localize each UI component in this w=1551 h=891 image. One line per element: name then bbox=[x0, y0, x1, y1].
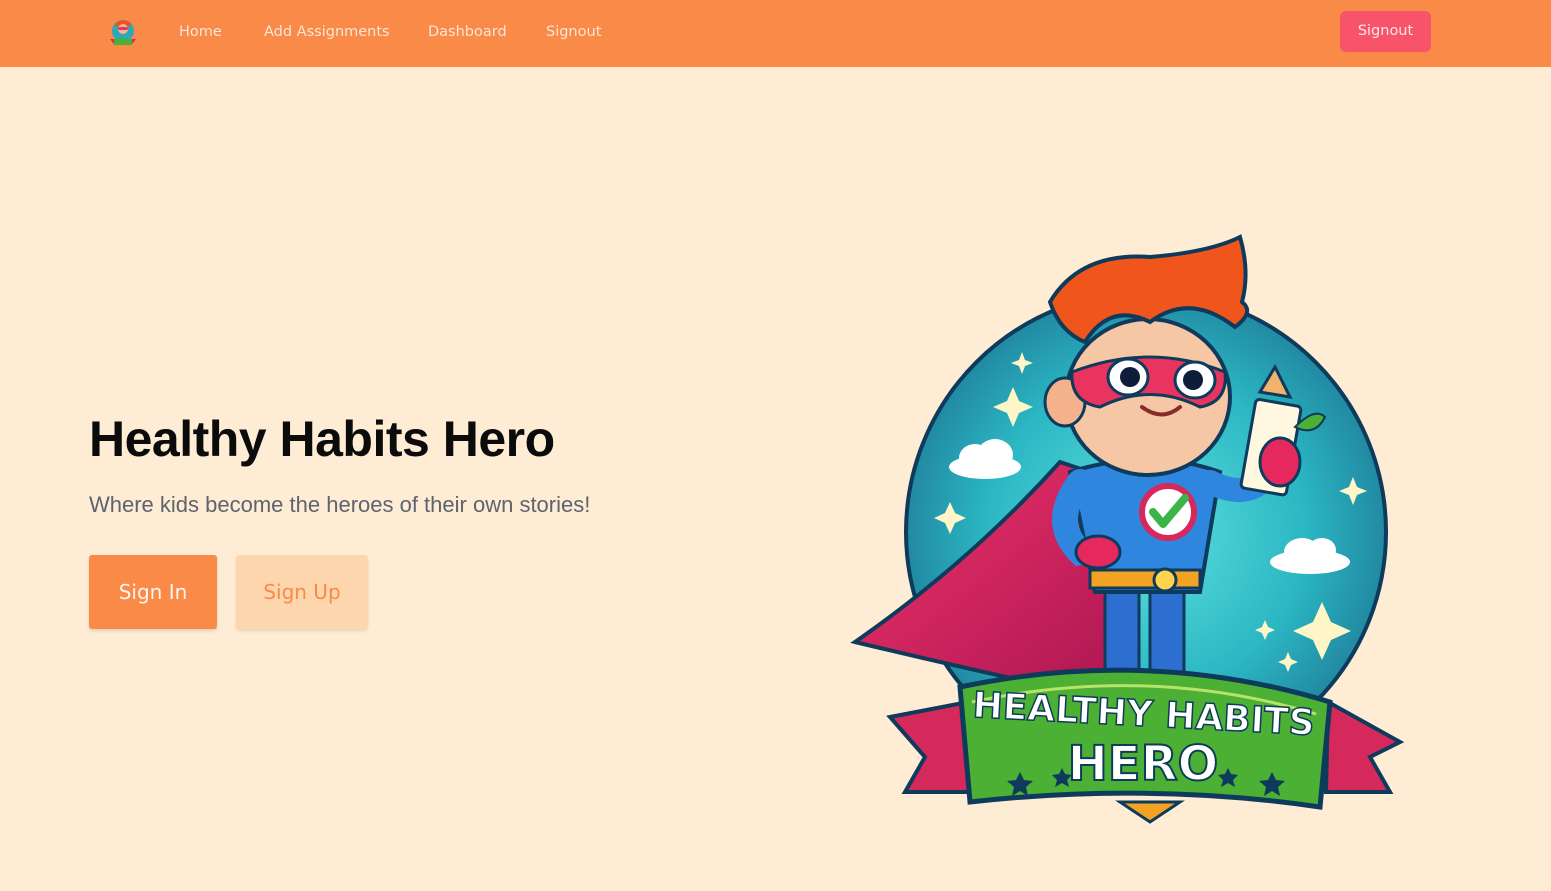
hero-logo-image: HEALTHY HABITS HERO bbox=[850, 232, 1406, 832]
hero-title: Healthy Habits Hero bbox=[89, 411, 555, 467]
superhero-logo-icon[interactable] bbox=[106, 15, 140, 49]
nav-link-add-assignments[interactable]: Add Assignments bbox=[264, 22, 390, 42]
sign-up-button[interactable]: Sign Up bbox=[236, 555, 368, 629]
logo-banner-text-2: HERO bbox=[1068, 736, 1219, 792]
hero-subtitle: Where kids become the heroes of their ow… bbox=[89, 492, 591, 517]
navbar: Home Add Assignments Dashboard Signout S… bbox=[0, 0, 1551, 67]
nav-link-home[interactable]: Home bbox=[179, 22, 222, 42]
signout-button[interactable]: Signout bbox=[1340, 11, 1431, 52]
nav-link-signout[interactable]: Signout bbox=[546, 22, 601, 42]
nav-link-dashboard[interactable]: Dashboard bbox=[428, 22, 507, 42]
sign-in-button[interactable]: Sign In bbox=[89, 555, 217, 629]
